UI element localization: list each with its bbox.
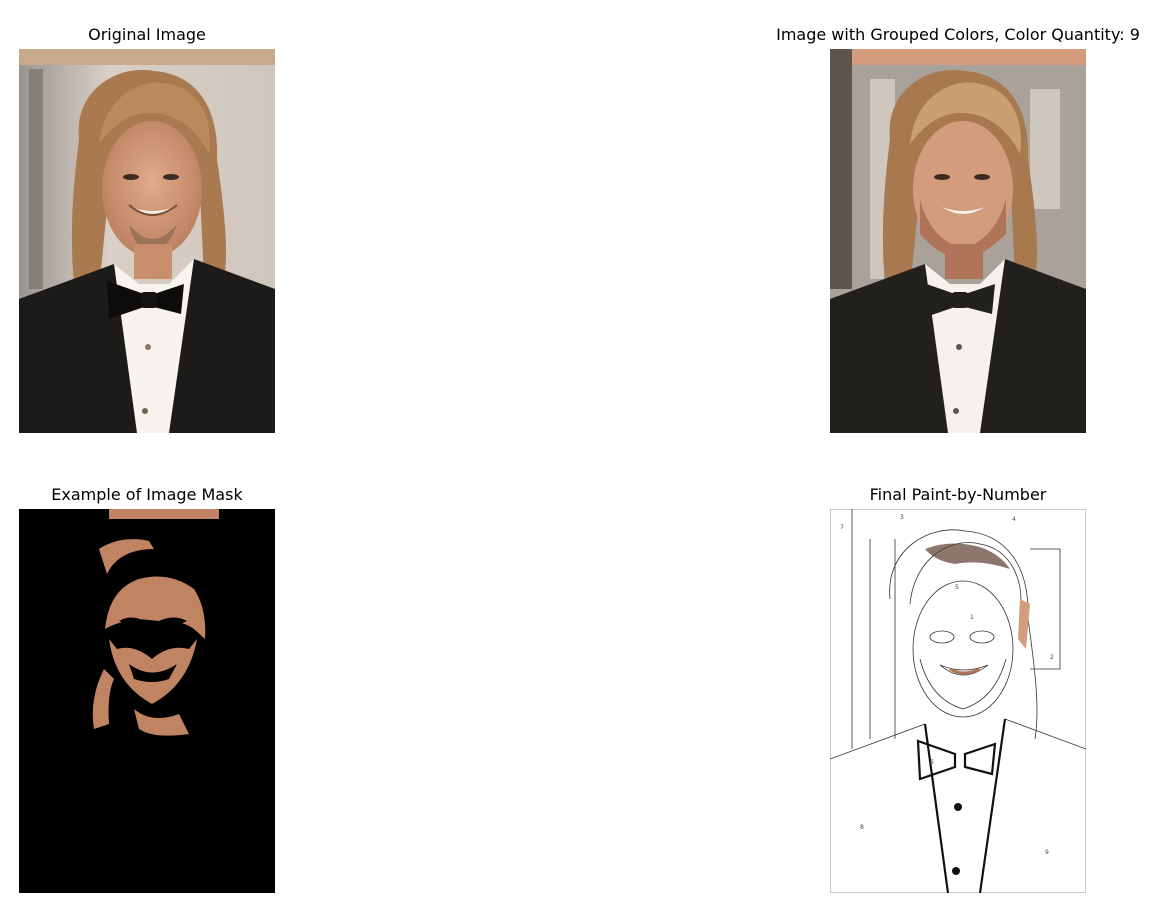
- region-number: 3: [900, 514, 904, 521]
- region-number: 4: [1012, 516, 1016, 523]
- panel-title: Example of Image Mask: [51, 485, 243, 504]
- region-number: 9: [1045, 849, 1049, 856]
- panel-title: Original Image: [88, 25, 206, 44]
- original-image: [19, 49, 275, 433]
- region-number: 5: [955, 584, 959, 591]
- quantized-image: [830, 49, 1086, 433]
- region-number: 1: [970, 614, 974, 621]
- panel-title: Image with Grouped Colors, Color Quantit…: [776, 25, 1140, 44]
- region-number: 2: [1050, 654, 1054, 661]
- region-number: 6: [930, 759, 934, 766]
- paint-by-number-image: 7 3 5 8 2 6 9 4 1: [830, 509, 1086, 893]
- region-number: 7: [840, 524, 844, 531]
- region-number: 8: [860, 824, 864, 831]
- panel-title: Final Paint-by-Number: [869, 485, 1047, 504]
- mask-image: [19, 509, 275, 893]
